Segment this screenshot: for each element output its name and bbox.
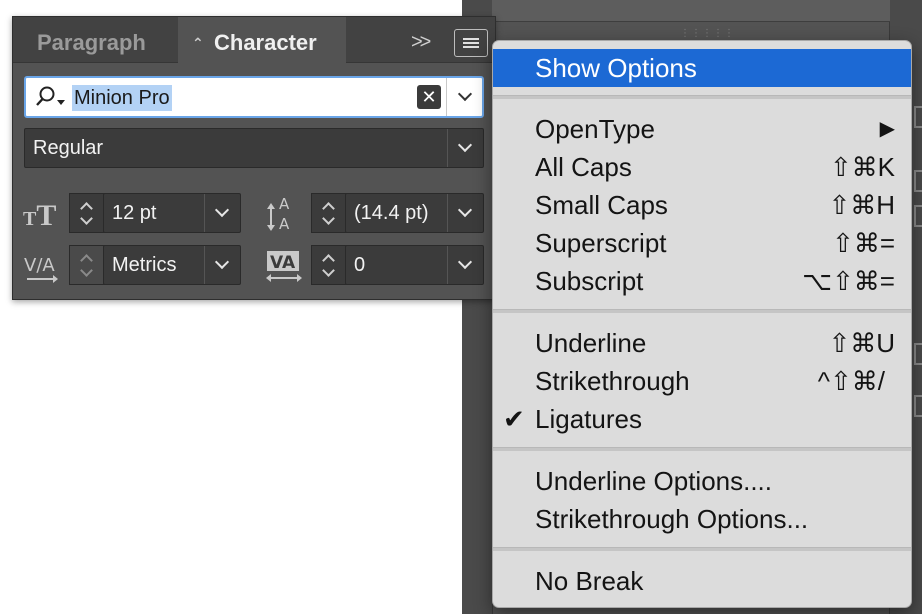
- menu-item-ligatures[interactable]: ✔ Ligatures: [493, 400, 911, 438]
- chevron-down-icon: [214, 202, 230, 218]
- decrement-icon[interactable]: [80, 264, 93, 277]
- kerning-icon: V/A: [24, 255, 58, 283]
- svg-text:A: A: [279, 195, 290, 213]
- decrement-icon[interactable]: [322, 264, 335, 277]
- svg-text:V/A: V/A: [24, 255, 55, 276]
- leading-icon: A A: [267, 195, 290, 233]
- menu-item-label: OpenType: [535, 114, 655, 144]
- font-family-field[interactable]: Minion Pro ✕: [24, 76, 484, 118]
- menu-item-all-caps[interactable]: All Caps ⇧⌘K: [493, 148, 911, 186]
- leading-field[interactable]: (14.4 pt): [345, 193, 484, 233]
- menu-item-label: Underline: [535, 328, 647, 358]
- search-icon[interactable]: [34, 84, 68, 110]
- font-size-stepper[interactable]: [69, 193, 105, 233]
- menu-item-shortcut: ⌥⇧⌘=: [802, 266, 895, 296]
- menu-item-show-options[interactable]: Show Options: [493, 49, 911, 87]
- menu-item-no-break[interactable]: No Break: [493, 562, 911, 600]
- tab-character[interactable]: ⌃ Character: [178, 17, 346, 63]
- menu-item-shortcut: ⇧⌘=: [832, 228, 895, 258]
- menu-item-shortcut: ⇧⌘U: [828, 328, 895, 358]
- decrement-icon[interactable]: [322, 212, 335, 225]
- up-down-chevron-icon: ⌃: [192, 35, 204, 51]
- font-style-select[interactable]: Regular: [24, 128, 484, 168]
- menu-item-strikethrough[interactable]: Strikethrough ^⇧⌘/: [493, 362, 911, 400]
- menu-item-label: Strikethrough: [535, 366, 690, 396]
- menu-item-opentype[interactable]: OpenType ▶: [493, 110, 911, 148]
- font-style-value: Regular: [33, 137, 104, 159]
- kerning-value: Metrics: [112, 254, 177, 276]
- chevron-down-icon: [457, 254, 473, 270]
- checkmark-icon: ✔: [503, 404, 525, 434]
- tracking-value: 0: [354, 254, 366, 276]
- tracking-dropdown-button[interactable]: [447, 246, 483, 284]
- menu-item-underline[interactable]: Underline ⇧⌘U: [493, 324, 911, 362]
- svg-text:VA: VA: [270, 253, 296, 273]
- tracking-field[interactable]: 0: [345, 245, 484, 285]
- decrement-icon[interactable]: [80, 212, 93, 225]
- font-size-dropdown-button[interactable]: [204, 194, 240, 232]
- tracking-stepper[interactable]: [311, 245, 347, 285]
- svg-text:A: A: [279, 215, 290, 233]
- menu-item-small-caps[interactable]: Small Caps ⇧⌘H: [493, 186, 911, 224]
- menu-item-label: Small Caps: [535, 190, 668, 220]
- menu-item-label: No Break: [535, 566, 644, 596]
- menu-item-superscript[interactable]: Superscript ⇧⌘=: [493, 224, 911, 262]
- font-style-dropdown-button[interactable]: [447, 129, 483, 167]
- edge-panel-icon[interactable]: [914, 205, 922, 227]
- edge-panel-icon[interactable]: [914, 395, 922, 417]
- edge-panel-icon[interactable]: [914, 106, 922, 128]
- chevron-down-icon: [457, 137, 473, 153]
- font-family-dropdown-button[interactable]: [446, 78, 484, 116]
- menu-item-shortcut: ⇧⌘K: [829, 152, 895, 182]
- font-size-icon: TT: [23, 199, 57, 232]
- submenu-arrow-icon: ▶: [879, 118, 895, 140]
- leading-dropdown-button[interactable]: [447, 194, 483, 232]
- menu-item-subscript[interactable]: Subscript ⌥⇧⌘=: [493, 262, 911, 300]
- leading-value: (14.4 pt): [354, 202, 429, 224]
- chevron-down-icon: [457, 86, 473, 102]
- character-panel: Paragraph ⌃ Character >> Minion Pro ✕ Re…: [12, 16, 496, 300]
- font-family-input[interactable]: Minion Pro: [72, 85, 172, 111]
- menu-item-label: Underline Options....: [535, 466, 773, 496]
- column-header-strip: [492, 0, 890, 22]
- kerning-field[interactable]: Metrics: [103, 245, 241, 285]
- menu-item-label: All Caps: [535, 152, 632, 182]
- menu-item-label: Subscript: [535, 266, 644, 296]
- tracking-icon: VA: [266, 251, 302, 282]
- kerning-dropdown-button[interactable]: [204, 246, 240, 284]
- kerning-stepper[interactable]: [69, 245, 105, 285]
- clear-icon[interactable]: ✕: [417, 85, 441, 109]
- panel-tab-bar: Paragraph ⌃ Character >>: [13, 17, 495, 63]
- menu-separator: [493, 95, 911, 99]
- menu-item-strikethrough-options[interactable]: Strikethrough Options...: [493, 500, 911, 538]
- drag-grip-icon[interactable]: ⋮⋮⋮⋮⋮: [680, 28, 735, 39]
- menu-item-label: Show Options: [535, 53, 697, 83]
- menu-separator: [493, 309, 911, 313]
- menu-item-label: Superscript: [535, 228, 667, 258]
- menu-item-label: Strikethrough Options...: [535, 504, 809, 534]
- menu-separator: [493, 447, 911, 451]
- edge-panel-icon[interactable]: [914, 343, 922, 365]
- menu-separator: [493, 547, 911, 551]
- font-size-value: 12 pt: [112, 202, 157, 224]
- menu-item-shortcut: ^⇧⌘/: [817, 366, 885, 396]
- edge-panel-icon[interactable]: [914, 170, 922, 192]
- chevron-down-icon: [457, 202, 473, 218]
- menu-item-label: Ligatures: [535, 404, 642, 434]
- panel-flyout-menu: Show Options OpenType ▶ All Caps ⇧⌘K Sma…: [492, 40, 912, 608]
- menu-item-underline-options[interactable]: Underline Options....: [493, 462, 911, 500]
- panel-menu-button[interactable]: [454, 29, 488, 57]
- leading-stepper[interactable]: [311, 193, 347, 233]
- tab-character-label: Character: [214, 30, 317, 55]
- expand-panels-icon[interactable]: >>: [411, 31, 431, 54]
- font-size-field[interactable]: 12 pt: [103, 193, 241, 233]
- tab-paragraph[interactable]: Paragraph: [37, 17, 146, 63]
- chevron-down-icon: [214, 254, 230, 270]
- menu-item-shortcut: ⇧⌘H: [828, 190, 895, 220]
